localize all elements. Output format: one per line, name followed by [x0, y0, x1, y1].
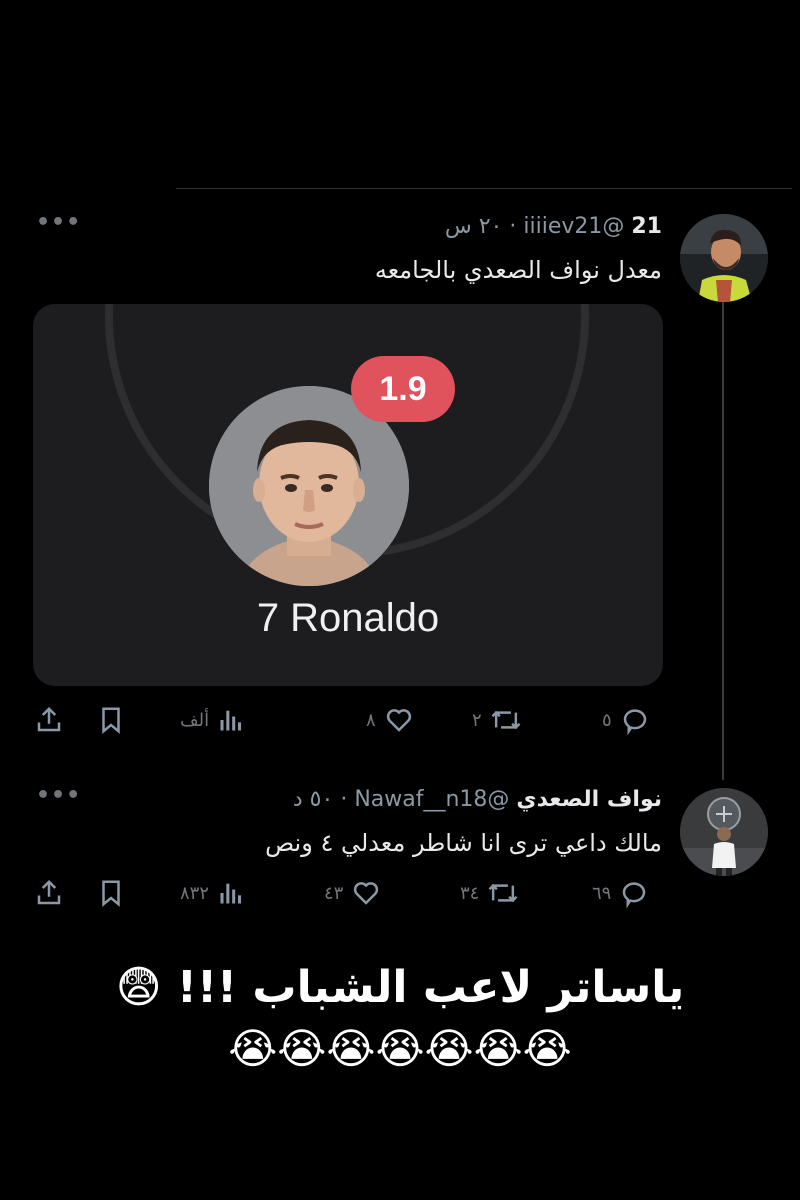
like-stat[interactable]: ٨ — [366, 700, 414, 740]
caption-line-1: ياساتر لاعب الشباب !!! 😨 — [115, 962, 685, 1013]
views-count: ٨٣٢ — [180, 882, 210, 904]
player-name: 7 Ronaldo — [256, 596, 440, 640]
display-name[interactable]: 21 — [631, 214, 662, 239]
like-count: ٨ — [366, 709, 376, 731]
tweet-header: 21 @iiiiev21 · ٢٠ س — [445, 214, 662, 239]
bookmark-icon[interactable] — [96, 873, 126, 913]
views-stat[interactable]: ألف — [180, 700, 245, 740]
rating-badge: 1.9 — [351, 356, 455, 422]
share-icon[interactable] — [34, 873, 64, 913]
caption-line-2: 😭😭😭😭😭😭😭 — [228, 1024, 572, 1073]
reply-stat[interactable]: ٦٩ — [592, 873, 649, 913]
retweet-count: ٣٤ — [460, 882, 480, 904]
tweet-actions: ألف ٨ ٢ ٥ — [30, 700, 670, 740]
views-icon — [220, 710, 242, 731]
retweet-stat[interactable]: ٢ — [472, 700, 522, 740]
more-icon[interactable]: ••• — [36, 783, 81, 808]
tweet-media[interactable]: 1.9 7 Ronaldo — [33, 304, 663, 686]
reply-stat[interactable]: ٥ — [602, 700, 650, 740]
heart-icon — [354, 882, 379, 905]
top-divider — [176, 188, 792, 189]
tweet-actions: ٨٣٢ ٤٣ ٣٤ ٦٩ — [30, 873, 670, 913]
reply-icon — [623, 882, 646, 908]
tweet-header: نواف الصعدي @Nawaf__n18 · ٥٠ د — [293, 787, 662, 812]
retweet-icon — [488, 883, 518, 903]
retweet-count: ٢ — [472, 709, 482, 731]
more-icon[interactable]: ••• — [36, 210, 81, 235]
retweet-icon — [491, 710, 521, 730]
like-stat[interactable]: ٤٣ — [324, 873, 381, 913]
timestamp[interactable]: ٢٠ س — [445, 214, 503, 239]
separator-dot: · — [340, 787, 348, 812]
timestamp[interactable]: ٥٠ د — [293, 787, 333, 812]
display-name[interactable]: نواف الصعدي — [516, 787, 662, 812]
avatar[interactable] — [680, 788, 768, 876]
views-count: ألف — [180, 709, 210, 731]
heart-icon — [386, 709, 411, 732]
views-stat[interactable]: ٨٣٢ — [180, 873, 245, 913]
handle[interactable]: @Nawaf__n18 — [354, 787, 509, 812]
separator-dot: · — [509, 214, 517, 239]
avatar[interactable] — [680, 214, 768, 302]
tweet-text: مالك داعي ترى انا شاطر معدلي ٤ ونص — [265, 829, 662, 857]
bookmark-icon[interactable] — [96, 700, 126, 740]
reply-count: ٥ — [602, 709, 612, 731]
tweet-text: معدل نواف الصعدي بالجامعه — [374, 256, 662, 284]
reply-icon — [623, 709, 646, 735]
share-icon[interactable] — [34, 700, 64, 740]
like-count: ٤٣ — [324, 882, 344, 904]
views-icon — [220, 883, 242, 904]
reply-count: ٦٩ — [592, 882, 612, 904]
handle[interactable]: @iiiiev21 — [523, 214, 624, 239]
retweet-stat[interactable]: ٣٤ — [460, 873, 519, 913]
thread-line — [722, 302, 724, 780]
